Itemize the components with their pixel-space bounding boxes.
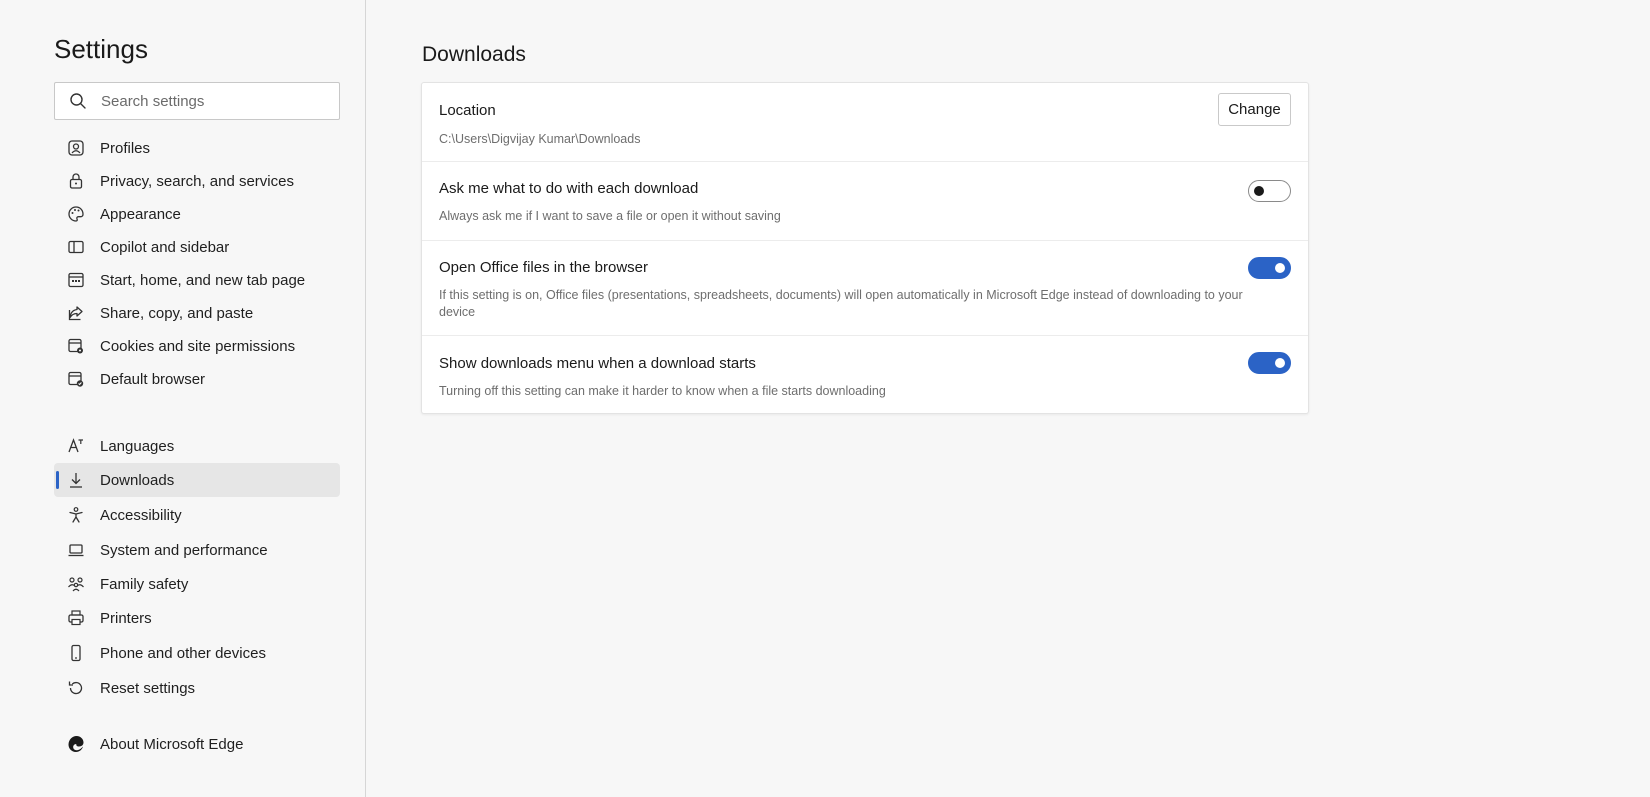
sidebar-item-family[interactable]: Family safety xyxy=(54,567,340,601)
sidebar-item-label: Privacy, search, and services xyxy=(100,172,294,190)
sidebar-item-privacy[interactable]: Privacy, search, and services xyxy=(54,164,340,198)
setting-description: Always ask me if I want to save a file o… xyxy=(439,209,781,223)
lock-icon xyxy=(66,171,86,191)
sidebar-item-label: Copilot and sidebar xyxy=(100,238,230,256)
setting-row-office-files: Open Office files in the browser If this… xyxy=(422,241,1308,336)
laptop-icon xyxy=(66,540,86,560)
location-path: C:\Users\Digvijay Kumar\Downloads xyxy=(439,132,641,146)
phone-icon xyxy=(66,643,86,663)
sidebar-item-label: Phone and other devices xyxy=(100,644,266,662)
languages-icon xyxy=(66,436,86,456)
sidebar-item-label: Start, home, and new tab page xyxy=(100,271,306,289)
sidebar-item-phone[interactable]: Phone and other devices xyxy=(54,636,340,670)
sidebar-item-label: System and performance xyxy=(100,541,268,559)
settings-sidebar: Settings Profiles Privacy, search, and s… xyxy=(0,0,366,797)
downloads-settings-card: Location C:\Users\Digvijay Kumar\Downloa… xyxy=(421,82,1309,414)
share-icon xyxy=(66,303,86,323)
toggle-knob xyxy=(1254,186,1264,196)
edge-logo-icon xyxy=(66,734,86,754)
setting-row-ask-download: Ask me what to do with each download Alw… xyxy=(422,162,1308,241)
sidebar-item-about[interactable]: About Microsoft Edge xyxy=(54,727,340,761)
toggle-knob xyxy=(1275,358,1285,368)
toggle-knob xyxy=(1275,263,1285,273)
reset-icon xyxy=(66,678,86,698)
sidebar-item-label: Reset settings xyxy=(100,679,196,697)
sidebar-item-downloads[interactable]: Downloads xyxy=(54,463,340,497)
sidebar-item-share[interactable]: Share, copy, and paste xyxy=(54,296,340,330)
profile-icon xyxy=(66,138,86,158)
sidebar-item-copilot[interactable]: Copilot and sidebar xyxy=(54,230,340,264)
sidebar-item-label: Downloads xyxy=(100,471,175,489)
sidebar-item-appearance[interactable]: Appearance xyxy=(54,197,340,231)
location-title: Location xyxy=(439,102,496,119)
search-input[interactable] xyxy=(101,92,321,110)
sidebar-item-profiles[interactable]: Profiles xyxy=(54,131,340,165)
sidebar-item-default-browser[interactable]: Default browser xyxy=(54,362,340,396)
family-icon xyxy=(66,574,86,594)
sidebar-title: Settings xyxy=(54,34,148,64)
home-page-icon xyxy=(66,270,86,290)
sidebar-item-reset[interactable]: Reset settings xyxy=(54,671,340,705)
sidebar-item-label: Profiles xyxy=(100,139,151,157)
location-row: Location C:\Users\Digvijay Kumar\Downloa… xyxy=(422,83,1308,162)
cookies-icon xyxy=(66,336,86,356)
setting-description: If this setting is on, Office files (pre… xyxy=(439,288,1243,319)
sidebar-item-system[interactable]: System and performance xyxy=(54,533,340,567)
sidebar-item-label: Appearance xyxy=(100,205,181,223)
setting-title: Open Office files in the browser xyxy=(439,259,648,276)
sidebar-item-label: Printers xyxy=(100,609,152,627)
download-icon xyxy=(66,470,86,490)
sidebar-item-label: Languages xyxy=(100,437,175,455)
page-title: Downloads xyxy=(422,43,526,66)
search-icon xyxy=(69,92,87,110)
default-browser-icon xyxy=(66,369,86,389)
sidebar-item-label: Accessibility xyxy=(100,506,182,524)
sidebar-item-label: Family safety xyxy=(100,575,189,593)
downloads-menu-toggle[interactable] xyxy=(1248,352,1291,374)
sidebar-item-accessibility[interactable]: Accessibility xyxy=(54,498,340,532)
printer-icon xyxy=(66,608,86,628)
setting-row-downloads-menu: Show downloads menu when a download star… xyxy=(422,336,1308,414)
setting-title: Show downloads menu when a download star… xyxy=(439,355,756,372)
change-location-button[interactable]: Change xyxy=(1218,93,1291,126)
sidebar-item-start-home[interactable]: Start, home, and new tab page xyxy=(54,263,340,297)
setting-description: Turning off this setting can make it har… xyxy=(439,384,886,398)
accessibility-icon xyxy=(66,505,86,525)
sidebar-item-label: Cookies and site permissions xyxy=(100,337,296,355)
sidebar-item-languages[interactable]: Languages xyxy=(54,429,340,463)
sidebar-item-cookies[interactable]: Cookies and site permissions xyxy=(54,329,340,363)
sidebar-item-label: Default browser xyxy=(100,370,206,388)
office-files-toggle[interactable] xyxy=(1248,257,1291,279)
search-box[interactable] xyxy=(54,82,340,120)
sidebar-item-printers[interactable]: Printers xyxy=(54,601,340,635)
setting-title: Ask me what to do with each download xyxy=(439,180,699,197)
palette-icon xyxy=(66,204,86,224)
sidebar-item-label: About Microsoft Edge xyxy=(100,735,244,753)
sidebar-icon xyxy=(66,237,86,257)
ask-download-toggle[interactable] xyxy=(1248,180,1291,202)
sidebar-item-label: Share, copy, and paste xyxy=(100,304,254,322)
